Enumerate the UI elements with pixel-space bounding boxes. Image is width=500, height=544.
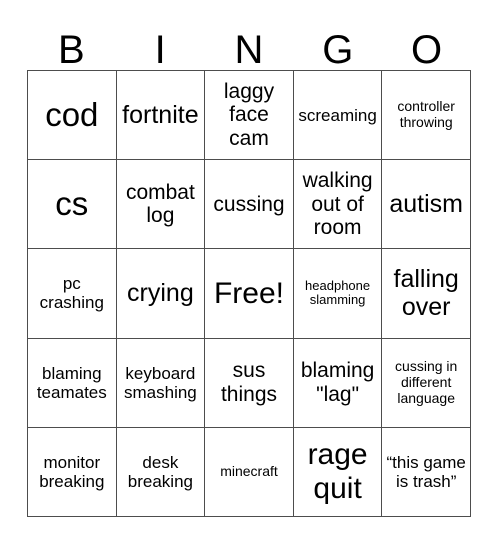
bingo-cell-label: falling over [393, 265, 459, 322]
bingo-cell[interactable]: rage quit [293, 427, 383, 517]
bingo-cell-label: controller throwing [397, 98, 455, 131]
bingo-cell[interactable]: cussing in different language [382, 338, 471, 428]
bingo-cell-label: blaming "lag" [300, 359, 375, 406]
bingo-cell[interactable]: falling over [382, 249, 471, 339]
bingo-header-letter-n: N [234, 28, 264, 72]
bingo-card: B I N G O cod fortnite laggy face cam screaming… [0, 0, 500, 544]
bingo-free-space[interactable]: Free! [205, 249, 294, 339]
bingo-header-letter-i: I [154, 28, 166, 72]
bingo-cell-label: laggy face cam [223, 79, 275, 150]
bingo-cell[interactable]: desk breaking [116, 427, 206, 517]
bingo-cell-label: cs [55, 184, 89, 222]
bingo-cell[interactable]: crying [116, 249, 206, 339]
bingo-cell[interactable]: keyboard smashing [116, 338, 206, 428]
bingo-cell-label: cussing [213, 192, 285, 216]
bingo-cell-label: pc crashing [39, 274, 104, 313]
bingo-cell-label: blaming teamates [36, 363, 107, 402]
bingo-cell[interactable]: blaming "lag" [293, 338, 383, 428]
bingo-cell-label: fortnite [122, 101, 199, 130]
bingo-cell[interactable]: walking out of room [293, 160, 383, 250]
bingo-header-letter-g: G [322, 28, 354, 72]
bingo-cell-label: minecraft [220, 463, 278, 480]
bingo-cell-label: rage quit [307, 438, 368, 505]
bingo-grid: cod fortnite laggy face cam screaming contro… [27, 70, 471, 517]
bingo-cell-label: Free! [213, 276, 284, 310]
bingo-header-letter-o: O [411, 28, 443, 72]
bingo-cell[interactable]: cod [28, 71, 117, 161]
bingo-cell-label: keyboard smashing [124, 363, 197, 402]
bingo-cell[interactable]: fortnite [116, 71, 206, 161]
bingo-cell[interactable]: laggy face cam [205, 71, 294, 161]
bingo-cell-label: monitor breaking [39, 452, 105, 491]
bingo-cell-label: screaming [298, 105, 377, 125]
bingo-cell-label: desk breaking [127, 452, 193, 491]
bingo-cell[interactable]: autism [382, 160, 471, 250]
bingo-cell[interactable]: screaming [293, 71, 383, 161]
bingo-cell[interactable]: controller throwing [382, 71, 471, 161]
bingo-cell[interactable]: cussing [205, 160, 294, 250]
bingo-header: BINGO [27, 18, 471, 70]
bingo-cell[interactable]: sus things [205, 338, 294, 428]
bingo-cell[interactable]: cs [28, 160, 117, 250]
bingo-cell-label: combat log [125, 180, 195, 228]
bingo-cell-label: cussing in different language [395, 358, 458, 406]
bingo-cell-label: cod [45, 95, 99, 133]
bingo-cell[interactable]: combat log [116, 160, 206, 250]
bingo-cell[interactable]: monitor breaking [28, 427, 117, 517]
bingo-cell[interactable]: blaming teamates [28, 338, 117, 428]
bingo-cell[interactable]: headphone slamming [293, 249, 383, 339]
bingo-cell-label: “this game is trash” [386, 452, 466, 491]
bingo-header-letter-b: B [58, 28, 85, 72]
bingo-cell-label: walking out of room [302, 169, 373, 240]
bingo-cell-label: crying [127, 279, 194, 308]
bingo-cell-label: autism [389, 190, 463, 219]
bingo-cell-label: sus things [220, 359, 278, 406]
bingo-cell[interactable]: pc crashing [28, 249, 117, 339]
bingo-cell[interactable]: minecraft [205, 427, 294, 517]
bingo-cell-label: headphone slamming [305, 277, 371, 308]
bingo-cell[interactable]: “this game is trash” [382, 427, 471, 517]
